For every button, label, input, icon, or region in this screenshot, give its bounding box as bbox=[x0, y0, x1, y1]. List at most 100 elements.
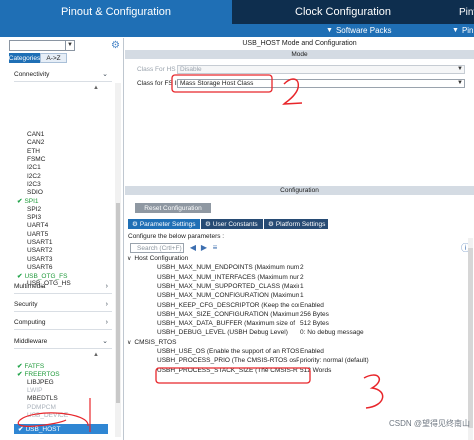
expand-all-icon[interactable]: ≡ bbox=[210, 243, 220, 253]
list-item[interactable]: FSMC bbox=[27, 156, 45, 163]
category-search-input[interactable]: ▼ bbox=[9, 40, 75, 51]
list-item[interactable]: USART2 bbox=[27, 247, 53, 254]
list-item[interactable]: ETH bbox=[27, 148, 40, 155]
section-label: Security bbox=[14, 300, 38, 308]
list-item[interactable]: ✔ FREERTOS bbox=[17, 370, 60, 378]
list-item[interactable]: CAN1 bbox=[27, 131, 44, 138]
list-item[interactable]: SPI3 bbox=[27, 214, 41, 221]
parameter-name[interactable]: USBH_DEBUG_LEVEL (USBH Debug Level) bbox=[157, 329, 299, 336]
class-fs-select[interactable]: Mass Storage Host Class ▼ bbox=[177, 79, 465, 88]
reset-configuration-button[interactable]: Reset Configuration bbox=[135, 203, 211, 213]
parameter-value[interactable]: 1 bbox=[300, 292, 304, 299]
parameter-value[interactable]: 1 bbox=[300, 283, 304, 290]
list-item[interactable]: ✔ FATFS bbox=[17, 362, 44, 370]
parameter-value[interactable]: 256 Bytes bbox=[300, 311, 329, 318]
parameter-value[interactable]: 0: No debug message bbox=[300, 329, 364, 336]
parameter-value[interactable]: 512 Words bbox=[300, 367, 331, 374]
gear-icon: ⚙ bbox=[132, 221, 138, 228]
parameter-value[interactable]: 2 bbox=[300, 264, 304, 271]
gear-icon[interactable]: ⚙ bbox=[111, 40, 122, 51]
list-item-label: USB_HOST bbox=[25, 425, 61, 433]
tab-platform-settings[interactable]: ⚙ Platform Settings bbox=[264, 219, 328, 229]
parameter-value[interactable]: Enabled bbox=[300, 302, 324, 309]
list-item[interactable]: UART4 bbox=[27, 222, 48, 229]
tree-group-header[interactable]: ∨ CMSIS_RTOS bbox=[127, 339, 176, 346]
check-icon: ✔ bbox=[17, 363, 23, 370]
tab-label: Platform Settings bbox=[275, 220, 326, 228]
chevron-down-icon: ▼ bbox=[452, 27, 459, 34]
list-item-label: MBEDTLS bbox=[27, 395, 58, 403]
list-item[interactable]: UART5 bbox=[27, 231, 48, 238]
list-item[interactable]: PDMPCM bbox=[27, 404, 56, 411]
tab-pinout-configuration[interactable]: Pinout & Configuration bbox=[0, 0, 232, 24]
scrollbar-thumb[interactable] bbox=[468, 248, 473, 428]
class-fs-value: Mass Storage Host Class bbox=[180, 80, 254, 87]
list-item[interactable]: LIBJPEG bbox=[27, 379, 54, 386]
tree-group-header[interactable]: ∨ Host Configuration bbox=[127, 255, 188, 262]
tab-clock-configuration[interactable]: Clock Configuration bbox=[232, 0, 454, 24]
section-middleware[interactable]: Middleware ⌄ bbox=[14, 334, 112, 349]
parameter-name[interactable]: USBH_MAX_NUM_INTERFACES (Maximum num bbox=[157, 274, 299, 281]
left-scrollbar[interactable] bbox=[115, 83, 121, 437]
search-next-icon[interactable]: ▶ bbox=[199, 243, 209, 253]
list-item[interactable]: USB_DEVICE bbox=[27, 412, 68, 419]
parameter-value[interactable]: Enabled bbox=[300, 348, 324, 355]
tree-group-title: CMSIS_RTOS bbox=[134, 338, 177, 346]
list-item-usb-host-selected[interactable]: ✔ USB_HOST bbox=[14, 424, 108, 434]
scrollbar-thumb[interactable] bbox=[116, 203, 120, 403]
parameter-name[interactable]: USBH_PROCESS_PRIO (The CMSIS-RTOS osP bbox=[157, 357, 299, 364]
dropdown-arrow-icon[interactable]: ▼ bbox=[65, 41, 74, 50]
list-item[interactable]: I2C3 bbox=[27, 181, 41, 188]
tab-a-z[interactable]: A->Z bbox=[40, 53, 67, 63]
configuration-section-header: Configuration bbox=[125, 186, 474, 195]
pinout-menu-label: Pin bbox=[461, 26, 474, 35]
scroll-up-icon[interactable]: ▲ bbox=[93, 85, 99, 91]
csdn-watermark: CSDN @望得见终南山 bbox=[389, 419, 471, 428]
list-item[interactable]: LWIP bbox=[27, 387, 42, 394]
list-item[interactable]: MBEDTLS bbox=[27, 395, 58, 402]
search-placeholder: Search (Crtl+F) bbox=[137, 244, 182, 252]
pinout-menu[interactable]: ▼ Pin bbox=[452, 24, 474, 37]
list-item[interactable]: SPI2 bbox=[27, 206, 41, 213]
tab-parameter-settings[interactable]: ⚙ Parameter Settings bbox=[128, 219, 200, 229]
class-hs-select[interactable]: Disable ▼ bbox=[177, 65, 465, 74]
list-item[interactable]: CAN2 bbox=[27, 139, 44, 146]
parameter-name[interactable]: USBH_KEEP_CFG_DESCRIPTOR (Keep the con bbox=[157, 302, 299, 309]
list-item-label: UART5 bbox=[27, 230, 49, 238]
scroll-up-icon[interactable]: ▲ bbox=[93, 352, 99, 358]
parameter-value[interactable]: priority: normal (default) bbox=[300, 357, 369, 364]
section-computing[interactable]: Computing › bbox=[14, 315, 112, 330]
list-item[interactable]: USART6 bbox=[27, 264, 53, 271]
list-item[interactable]: ✔ SPI1 bbox=[17, 197, 39, 205]
list-item-label: SPI2 bbox=[27, 205, 42, 213]
tab-pinout-view[interactable]: Pinv bbox=[454, 0, 474, 24]
list-item[interactable]: USART1 bbox=[27, 239, 53, 246]
section-security[interactable]: Security › bbox=[14, 297, 112, 312]
parameter-search-input[interactable]: Search (Crtl+F) bbox=[130, 243, 184, 253]
list-item-label: I2C1 bbox=[27, 164, 41, 172]
software-packs-menu[interactable]: ▼ Software Packs bbox=[326, 24, 392, 37]
parameter-name[interactable]: USBH_PROCESS_STACK_SIZE (The CMSIS-RT bbox=[157, 367, 299, 374]
list-item-label: USART2 bbox=[27, 247, 53, 255]
section-connectivity[interactable]: Connectivity ⌄ bbox=[14, 67, 112, 82]
section-multimedia[interactable]: Multimedia › bbox=[14, 279, 112, 294]
parameter-scrollbar[interactable] bbox=[468, 238, 473, 440]
list-item[interactable]: SDIO bbox=[27, 189, 43, 196]
tab-user-constants[interactable]: ⚙ User Constants bbox=[201, 219, 263, 229]
check-icon: ✔ bbox=[17, 198, 23, 206]
parameter-name[interactable]: USBH_MAX_NUM_ENDPOINTS (Maximum num bbox=[157, 264, 299, 271]
parameter-value[interactable]: 512 Bytes bbox=[300, 320, 329, 327]
parameter-name[interactable]: USBH_MAX_NUM_CONFIGURATION (Maximum n bbox=[157, 292, 299, 299]
parameter-name[interactable]: USBH_MAX_SIZE_CONFIGURATION (Maximum si bbox=[157, 311, 299, 318]
list-item[interactable]: USART3 bbox=[27, 256, 53, 263]
list-item-label: ETH bbox=[27, 147, 40, 155]
search-prev-icon[interactable]: ◀ bbox=[188, 243, 198, 253]
categories-panel: ▼ ⚙ Categories A->Z Connectivity ⌄ ▲ CAN… bbox=[0, 38, 124, 440]
tab-categories[interactable]: Categories bbox=[9, 53, 40, 63]
list-item[interactable]: I2C2 bbox=[27, 173, 41, 180]
parameter-name[interactable]: USBH_MAX_NUM_SUPPORTED_CLASS (Maximu bbox=[157, 283, 299, 290]
list-item[interactable]: I2C1 bbox=[27, 164, 41, 171]
parameter-name[interactable]: USBH_USE_OS (Enable the support of an RT… bbox=[157, 348, 299, 355]
parameter-name[interactable]: USBH_MAX_DATA_BUFFER (Maximum size of bbox=[157, 320, 299, 327]
parameter-value[interactable]: 2 bbox=[300, 274, 304, 281]
